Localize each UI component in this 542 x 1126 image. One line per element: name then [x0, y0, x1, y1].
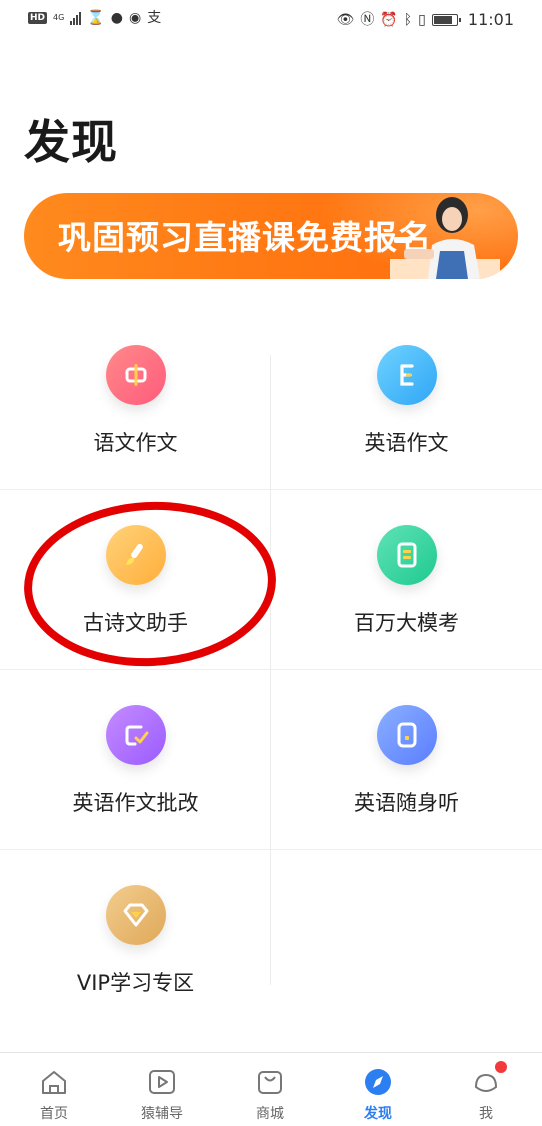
letter-e-icon [376, 345, 437, 405]
alarm-icon: ⏰ [380, 11, 398, 28]
feature-mock-exam[interactable]: 百万大模考 [271, 490, 542, 670]
check-document-icon [105, 705, 166, 765]
audio-player-icon [376, 705, 437, 765]
feature-label: 英语作文批改 [72, 791, 199, 815]
bottom-nav: 首页 猿辅导 商城 发现 我 [0, 1052, 542, 1126]
hourglass-icon: ⌛ [87, 10, 105, 26]
nav-discover[interactable]: 发现 [333, 1067, 423, 1123]
signal-icon [70, 11, 82, 25]
page-title: 发现 [24, 115, 118, 169]
nav-tutoring[interactable]: 猿辅导 [117, 1067, 207, 1123]
eye-icon: 👁 [336, 11, 355, 28]
feature-english-correction[interactable]: 英语作文批改 [0, 670, 271, 850]
student-illustration [390, 197, 500, 279]
nav-label: 我 [479, 1106, 493, 1122]
nav-label: 商城 [256, 1106, 284, 1122]
nfc-icon: Ⓝ [360, 11, 375, 28]
status-right: 👁 Ⓝ ⏰ ᛒ ▯ 11:01 [337, 10, 514, 29]
bluetooth-icon: ᛒ [403, 11, 413, 28]
feature-label: 英语随身听 [354, 791, 459, 815]
promo-banner[interactable]: 巩固预习直播课免费报名 [24, 193, 518, 279]
wechat-icon: ◉ [128, 10, 142, 26]
nav-label: 首页 [40, 1106, 68, 1122]
status-left: HD 4G ⌛ ● ◉ 支 [28, 10, 161, 26]
vibrate-icon: ▯ [418, 11, 426, 28]
feature-label: 百万大模考 [354, 611, 459, 635]
feature-english-listening[interactable]: 英语随身听 [271, 670, 542, 850]
exam-paper-icon [376, 525, 437, 585]
network-type: 4G [53, 13, 65, 22]
compass-icon [365, 1069, 391, 1095]
nav-me[interactable]: 我 [441, 1061, 531, 1123]
nav-label: 发现 [364, 1106, 392, 1122]
feature-english-essay[interactable]: 英语作文 [271, 310, 542, 490]
hd-badge: HD [28, 12, 48, 24]
chinese-zhong-icon [105, 345, 166, 405]
feature-label: VIP学习专区 [76, 971, 195, 995]
vip-diamond-icon [105, 885, 166, 945]
status-time: 11:01 [467, 10, 514, 29]
feature-chinese-essay[interactable]: 语文作文 [0, 310, 271, 490]
feature-label: 英语作文 [364, 431, 449, 455]
home-icon [42, 1071, 66, 1094]
chat-bubble-icon: ● [110, 10, 123, 26]
nav-mall[interactable]: 商城 [225, 1067, 315, 1123]
banner-text: 巩固预习直播课免费报名 [58, 218, 432, 257]
alipay-icon: 支 [147, 10, 162, 26]
nav-label: 猿辅导 [141, 1106, 183, 1122]
status-bar: HD 4G ⌛ ● ◉ 支 👁 Ⓝ ⏰ ᛒ ▯ 11:01 [0, 0, 542, 40]
shopping-bag-icon [258, 1071, 282, 1094]
battery-icon [431, 13, 461, 26]
nav-home[interactable]: 首页 [9, 1067, 99, 1123]
feature-label: 语文作文 [93, 431, 178, 455]
feature-vip-zone[interactable]: VIP学习专区 [0, 850, 271, 1030]
play-icon [149, 1070, 175, 1094]
notification-dot [495, 1061, 507, 1073]
